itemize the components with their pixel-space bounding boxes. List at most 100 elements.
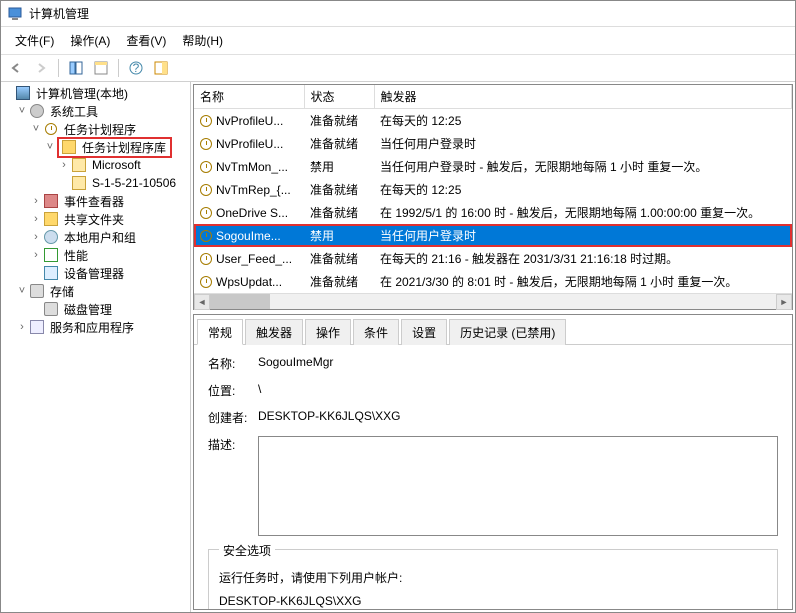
task-row[interactable]: NvTmRep_{...准备就绪在每天的 12:25 (194, 178, 792, 201)
tree-disk-mgmt[interactable]: 磁盘管理 (62, 301, 114, 318)
security-runas-label: 运行任务时，请使用下列用户帐户: (219, 569, 767, 586)
window-title: 计算机管理 (29, 5, 89, 22)
task-row[interactable]: NvProfileU...准备就绪当任何用户登录时 (194, 132, 792, 155)
tree-services[interactable]: 服务和应用程序 (48, 319, 136, 336)
value-author: DESKTOP-KK6JLQS\XXG (258, 409, 778, 423)
label-name: 名称: (208, 355, 258, 372)
security-options-group: 安全选项 运行任务时，请使用下列用户帐户: DESKTOP-KK6JLQS\XX… (208, 549, 778, 609)
task-row[interactable]: SogouIme...禁用当任何用户登录时 (194, 224, 792, 247)
toggle-microsoft[interactable]: › (57, 159, 71, 171)
tree-task-scheduler-lib[interactable]: 任务计划程序库 (80, 139, 168, 156)
task-list-panel: 名称 状态 触发器 NvProfileU...准备就绪在每天的 12:25NvP… (193, 84, 793, 310)
toggle-task-scheduler[interactable]: ˅ (29, 123, 43, 135)
tab-actions[interactable]: 操作 (305, 319, 351, 345)
task-cell-name: OneDrive S... (194, 201, 304, 224)
label-description: 描述: (208, 436, 258, 453)
tree-microsoft[interactable]: Microsoft (90, 158, 143, 172)
task-cell-status: 准备就绪 (304, 201, 374, 224)
col-status[interactable]: 状态 (304, 85, 374, 109)
label-author: 创建者: (208, 409, 258, 426)
task-cell-trigger: 在每天的 12:25 (374, 178, 792, 201)
task-cell-trigger: 在 2021/3/30 的 8:01 时 - 触发后，无限期地每隔 1 小时 重… (374, 270, 792, 293)
nav-tree[interactable]: ·计算机管理(本地) ˅系统工具 ˅任务计划程序 ˅任务计划程序库 (1, 82, 191, 612)
toolbar: ? (1, 55, 795, 82)
properties-button[interactable] (90, 57, 112, 79)
tree-root[interactable]: 计算机管理(本地) (34, 85, 130, 102)
toggle-users[interactable]: › (29, 231, 43, 243)
tree-storage[interactable]: 存储 (48, 283, 76, 300)
show-hide-tree-button[interactable] (65, 57, 87, 79)
toggle-event-viewer[interactable]: › (29, 195, 43, 207)
task-cell-name: SogouIme... (194, 224, 304, 247)
task-cell-trigger: 在每天的 21:16 - 触发器在 2031/3/31 21:16:18 时过期… (374, 247, 792, 270)
task-cell-trigger: 当任何用户登录时 - 触发后，无限期地每隔 1 小时 重复一次。 (374, 155, 792, 178)
clock-icon (200, 115, 212, 127)
task-cell-name: NvProfileU... (194, 109, 304, 133)
clock-icon (200, 276, 212, 288)
computer-icon (15, 85, 31, 101)
task-row[interactable]: User_Feed_...准备就绪在每天的 21:16 - 触发器在 2031/… (194, 247, 792, 270)
tree-event-viewer[interactable]: 事件查看器 (62, 193, 126, 210)
label-location: 位置: (208, 382, 258, 399)
menu-view[interactable]: 查看(V) (118, 29, 174, 52)
task-cell-trigger: 当任何用户登录时 (374, 132, 792, 155)
description-textarea[interactable] (258, 436, 778, 536)
task-cell-trigger: 在每天的 12:25 (374, 109, 792, 133)
task-cell-status: 准备就绪 (304, 109, 374, 133)
toolbar-separator (58, 59, 59, 77)
tab-history[interactable]: 历史记录 (已禁用) (449, 319, 566, 345)
task-cell-status: 禁用 (304, 224, 374, 247)
task-cell-name: NvProfileU... (194, 132, 304, 155)
forward-button[interactable] (30, 57, 52, 79)
tree-shared[interactable]: 共享文件夹 (62, 211, 126, 228)
tab-conditions[interactable]: 条件 (353, 319, 399, 345)
tree-task-scheduler[interactable]: 任务计划程序 (62, 121, 138, 138)
toggle-storage[interactable]: ˅ (15, 285, 29, 297)
task-cell-status: 禁用 (304, 155, 374, 178)
tree-sid[interactable]: S-1-5-21-10506 (90, 176, 178, 190)
task-row[interactable]: WpsUpdat...准备就绪在 2021/3/30 的 8:01 时 - 触发… (194, 270, 792, 293)
tree-local-users[interactable]: 本地用户和组 (62, 229, 138, 246)
clock-icon (200, 161, 212, 173)
clock-icon (200, 184, 212, 196)
task-cell-status: 准备就绪 (304, 132, 374, 155)
task-table[interactable]: 名称 状态 触发器 NvProfileU...准备就绪在每天的 12:25NvP… (194, 85, 792, 293)
folder-icon (71, 175, 87, 191)
horizontal-scrollbar[interactable]: ◄ ► (194, 293, 792, 309)
toggle-task-lib[interactable]: ˅ (43, 141, 57, 153)
menu-action[interactable]: 操作(A) (62, 29, 118, 52)
task-cell-trigger: 当任何用户登录时 (374, 224, 792, 247)
tree-performance[interactable]: 性能 (62, 247, 90, 264)
menubar: 文件(F) 操作(A) 查看(V) 帮助(H) (1, 27, 795, 55)
tab-general[interactable]: 常规 (197, 319, 243, 345)
task-row[interactable]: OneDrive S...准备就绪在 1992/5/1 的 16:00 时 - … (194, 201, 792, 224)
task-row[interactable]: NvTmMon_...禁用当任何用户登录时 - 触发后，无限期地每隔 1 小时 … (194, 155, 792, 178)
task-cell-name: NvTmMon_... (194, 155, 304, 178)
back-button[interactable] (5, 57, 27, 79)
task-row[interactable]: NvProfileU...准备就绪在每天的 12:25 (194, 109, 792, 133)
app-icon (7, 6, 23, 22)
toggle-system-tools[interactable]: ˅ (15, 105, 29, 117)
action-pane-button[interactable] (150, 57, 172, 79)
scroll-thumb[interactable] (210, 294, 270, 309)
task-cell-status: 准备就绪 (304, 178, 374, 201)
col-name[interactable]: 名称 (194, 85, 304, 109)
tab-triggers[interactable]: 触发器 (245, 319, 303, 345)
clock-icon (200, 138, 212, 150)
tree-system-tools[interactable]: 系统工具 (48, 103, 100, 120)
scroll-right-button[interactable]: ► (776, 294, 792, 310)
toggle-shared[interactable]: › (29, 213, 43, 225)
clock-icon (43, 121, 59, 137)
tree-device-manager[interactable]: 设备管理器 (62, 265, 126, 282)
col-trigger[interactable]: 触发器 (374, 85, 792, 109)
scroll-left-button[interactable]: ◄ (194, 294, 210, 310)
menu-file[interactable]: 文件(F) (7, 29, 62, 52)
toggle-perf[interactable]: › (29, 249, 43, 261)
task-cell-name: NvTmRep_{... (194, 178, 304, 201)
disk-icon (43, 301, 59, 317)
tab-settings[interactable]: 设置 (401, 319, 447, 345)
menu-help[interactable]: 帮助(H) (174, 29, 231, 52)
toggle-services[interactable]: › (15, 321, 29, 333)
help-button[interactable]: ? (125, 57, 147, 79)
titlebar: 计算机管理 (1, 1, 795, 27)
